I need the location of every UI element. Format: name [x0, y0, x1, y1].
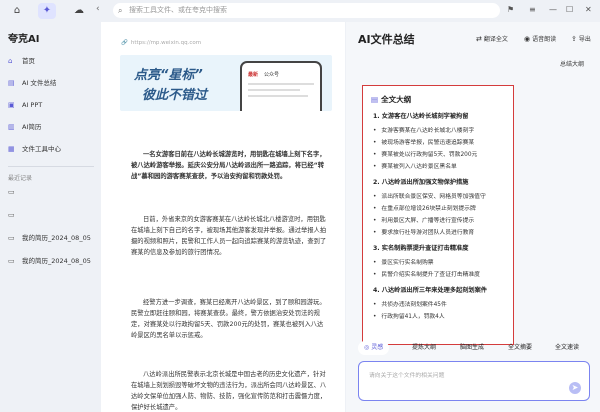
phone-line [248, 83, 314, 85]
sidebar-item-ai-resume[interactable]: ▥ AI简历 [8, 120, 94, 134]
speaker-icon: ◉ [524, 35, 531, 43]
cloud-icon[interactable]: ☁ [70, 3, 88, 19]
resume-icon: ▥ [8, 123, 15, 131]
phone-text: 公众号 [264, 72, 280, 78]
file-icon: ▭ [8, 257, 15, 265]
outline-icon: ▤ [371, 95, 379, 104]
question-placeholder: 请向关于这个文件的相关问题 [369, 373, 445, 379]
question-input[interactable]: 请向关于这个文件的相关问题 ➤ [358, 361, 590, 401]
outline-bullet: 赛某被处以行政拘留5天、罚款200元 [373, 149, 477, 158]
search-icon: ⌕ [118, 6, 123, 15]
translate-button[interactable]: ⇄ 翻译全文 [476, 34, 508, 43]
brand-title: 夸克AI [8, 34, 40, 45]
recent-item[interactable]: ▭ [8, 208, 94, 222]
menu-icon[interactable]: ≡ [529, 5, 536, 14]
sidebar-item-ai-ppt[interactable]: ▣ AI PPT [8, 98, 94, 112]
chip-full-summary[interactable]: 全文摘要 [502, 341, 538, 355]
ai-summary-panel: AI文件总结 ⇄ 翻译全文 ◉ 语音朗读 ⇪ 导出 总结大纲 ▤ 全文大纲 1. 女游客… [346, 22, 600, 412]
phone-line [248, 89, 300, 91]
bell-icon[interactable]: ⚑ [507, 5, 514, 14]
outline-bullet: 女游客赛某在八达岭长城北八楼刻字 [373, 125, 474, 134]
banner-line1: 点亮“星标” [134, 68, 203, 83]
source-url[interactable]: 🔗 https://mp.weixin.qq.com [121, 40, 201, 46]
outline-bullet: 行政拘留41人，罚款4人 [373, 311, 444, 320]
minimize-icon[interactable]: — [549, 5, 557, 14]
export-button[interactable]: ⇪ 导出 [571, 34, 591, 43]
recent-item[interactable]: ▭ 我的简历_2024_08_05 [8, 254, 94, 268]
search-placeholder: 搜索工具文件、或在夸克中搜索 [129, 6, 227, 14]
sidebar-divider [8, 166, 94, 167]
export-icon: ⇪ [571, 35, 577, 43]
close-icon[interactable]: ✕ [585, 5, 592, 14]
recent-item[interactable]: ▭ [8, 185, 94, 199]
phone-illustration: 最新 公众号 [240, 61, 322, 111]
banner-line2: 彼此不错过 [142, 88, 208, 103]
chip-inspiration[interactable]: ◎ 灵感 [358, 341, 390, 355]
sidebar-item-ai-summary[interactable]: ▤ AI 文件总结 [8, 76, 94, 90]
ppt-icon: ▣ [8, 101, 15, 109]
outline-section: 2. 八达岭派出所加强文物保护措施 [373, 179, 469, 186]
panel-title: AI文件总结 [358, 33, 415, 46]
top-bar: ⌂ ✦ ☁ ‹ ⌕ 搜索工具文件、或在夸克中搜索 ⚑ ≡ — ☐ ✕ [0, 0, 600, 22]
summary-outline-link[interactable]: 总结大纲 [560, 59, 584, 68]
phone-brand: 最新 [248, 72, 259, 78]
translate-icon: ⇄ [476, 35, 482, 43]
outline-bullet: 在重点部位增设26块禁止刻划提示牌 [373, 203, 475, 212]
outline-section: 4. 八达岭派出所三年来处理多起刻划案件 [373, 287, 487, 294]
file-icon: ▭ [8, 188, 15, 196]
chip-speed-read[interactable]: 全文速读 [549, 341, 585, 355]
article-banner: 点亮“星标” 彼此不错过 最新 公众号 [120, 55, 332, 111]
home-icon[interactable]: ⌂ [8, 3, 26, 19]
article-paragraph: 经警方进一步调查，赛某已经离开八达岭景区，到了颐和园游玩。民警立即赶往颐和园，将… [131, 299, 326, 339]
outline-bullet: 共侦办违法刻划案件45件 [373, 299, 446, 308]
recent-item[interactable]: ▭ 我的简历_2024_08_05 [8, 231, 94, 245]
recent-title: 最近记录 [8, 175, 33, 182]
outline-bullet: 民警介绍实名制提升了查证打击精准度 [373, 269, 480, 278]
maximize-icon[interactable]: ☐ [566, 5, 573, 14]
home-icon: ⌂ [8, 57, 13, 65]
article-paragraph: 一名女游客日前在八达岭长城游览时，用钥匙在城墙上刻下名字，被八达岭游客举报。延庆… [131, 151, 326, 180]
outline-section: 1. 女游客在八达岭长城刻字被拘留 [373, 113, 469, 120]
ai-sparkle-icon[interactable]: ✦ [38, 3, 56, 19]
outline-bullet: 景区实行实名制购票 [373, 257, 433, 266]
toolbox-icon: ▦ [8, 145, 15, 153]
sidebar: 夸克AI ⌂ 首页 ▤ AI 文件总结 ▣ AI PPT ▥ AI简历 ▦ 文件工具中心 … [0, 22, 100, 412]
chip-mindmap[interactable]: 脑图生成 [454, 341, 490, 355]
search-input[interactable]: ⌕ 搜索工具文件、或在夸克中搜索 [113, 3, 500, 18]
link-icon: 🔗 [121, 40, 128, 46]
file-icon: ▭ [8, 211, 15, 219]
file-icon: ▭ [8, 234, 15, 242]
phone-line [248, 95, 308, 97]
back-arrow-icon[interactable]: ‹ [96, 4, 100, 14]
outline-section: 3. 实名制购票提升查证打击精准度 [373, 245, 469, 252]
send-button[interactable]: ➤ [569, 382, 581, 394]
article-paragraph: 日前，外省来京的女游客赛某在八达岭长城北八楼游览时，用钥匙在城墙上刻下自己的名字… [131, 216, 327, 256]
outline-bullet: 利用景区大屏、广播等进行宣传提示 [373, 215, 474, 224]
article-paragraph: 八达岭派出所民警表示北京长城是中国古老的历史文化遗产，针对在城墙上刻划损毁等破坏… [131, 371, 327, 411]
bulb-icon: ◎ [364, 344, 370, 351]
document-view[interactable]: 🔗 https://mp.weixin.qq.com 点亮“星标” 彼此不错过 最… [101, 22, 345, 412]
read-aloud-button[interactable]: ◉ 语音朗读 [524, 34, 556, 43]
outline-bullet: 派出所联合景区保安、网格员等加强值守 [373, 191, 485, 200]
sidebar-item-home[interactable]: ⌂ 首页 [8, 54, 94, 68]
outline-card: ▤全文大纲 1. 女游客在八达岭长城刻字被拘留 女游客赛某在八达岭长城北八楼刻字… [362, 85, 514, 345]
document-icon: ▤ [8, 79, 15, 87]
outline-bullet: 要求旅行社导游对团队人员进行教育 [373, 227, 474, 236]
outline-bullet: 被现场游客举报，民警迅速追踪赛某 [373, 137, 474, 146]
outline-bullet: 赛某被列入八达岭景区黑名单 [373, 161, 456, 170]
outline-heading: ▤ 全文大纲 [371, 95, 412, 104]
chip-extract-outline[interactable]: 提炼大纲 [406, 341, 442, 355]
sidebar-item-file-tools[interactable]: ▦ 文件工具中心 [8, 142, 94, 156]
